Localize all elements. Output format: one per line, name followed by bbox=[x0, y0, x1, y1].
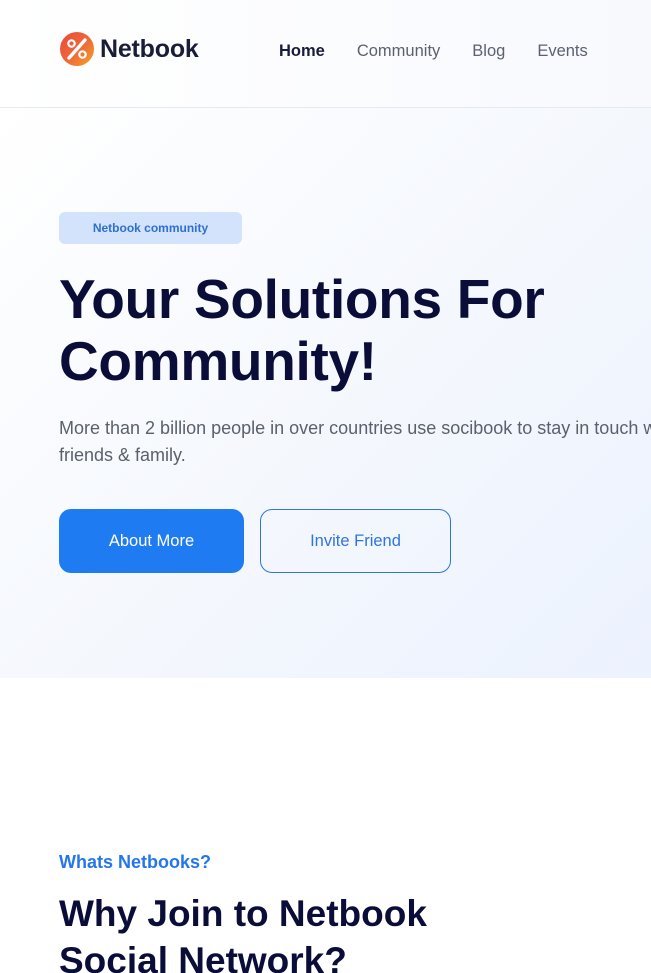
hero-title-line-1: Your Solutions For bbox=[59, 268, 545, 330]
hero-description: More than 2 billion people in over count… bbox=[59, 415, 651, 471]
hero-title-line-2: Community! bbox=[59, 330, 377, 392]
section-title-line-2: Social Network? bbox=[59, 940, 347, 973]
section-title-line-1: Why Join to Netbook bbox=[59, 893, 427, 934]
about-more-button[interactable]: About More bbox=[59, 509, 244, 573]
section-eyebrow: Whats Netbooks? bbox=[59, 852, 212, 872]
brand-logo[interactable]: Netbook bbox=[59, 31, 199, 67]
nav-events[interactable]: Events bbox=[537, 41, 587, 61]
nav-blog[interactable]: Blog bbox=[472, 41, 505, 61]
about-section: Whats Netbooks? Why Join to Netbook Soci… bbox=[0, 678, 651, 973]
community-badge: Netbook community bbox=[59, 212, 242, 244]
hero-section: Netbook community Your Solutions For Com… bbox=[0, 108, 651, 678]
hero-title: Your Solutions For Community! bbox=[59, 268, 639, 392]
site-header: Netbook Home Community Blog Events bbox=[0, 0, 651, 108]
hero-description-line-2: friends & family. bbox=[59, 445, 186, 465]
hero-description-line-1: More than 2 billion people in over count… bbox=[59, 418, 651, 438]
nav-home[interactable]: Home bbox=[279, 41, 325, 61]
section-title: Why Join to Netbook Social Network? bbox=[59, 890, 479, 973]
brand-name: Netbook bbox=[100, 34, 199, 63]
netbook-logo-icon bbox=[60, 32, 94, 66]
nav-community[interactable]: Community bbox=[357, 41, 440, 61]
invite-friend-button[interactable]: Invite Friend bbox=[260, 509, 451, 573]
main-nav: Home Community Blog Events bbox=[279, 41, 620, 61]
